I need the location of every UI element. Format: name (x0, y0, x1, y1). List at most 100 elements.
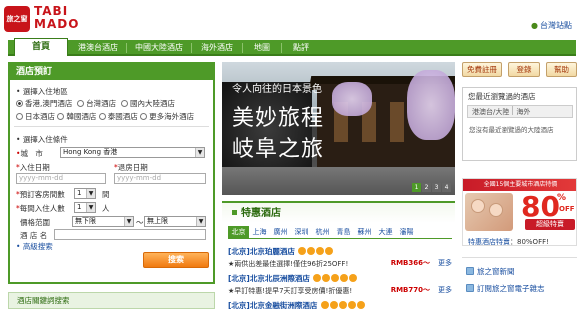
conditions-label: • 選擇入住條件 (16, 135, 68, 144)
hotel-more-link[interactable]: 更多 (438, 285, 452, 295)
chevron-down-icon: ▼ (196, 217, 205, 226)
city-tab-hangzhou[interactable]: 杭州 (312, 226, 333, 238)
hotel-name-link[interactable]: [北京]北京金融街洲際酒店 (228, 301, 317, 309)
logo-badge: 旅之窗 (4, 6, 30, 32)
news-link[interactable]: 旅之窗新聞 (466, 266, 545, 277)
city-tabs: 北京 上海 廣州 深圳 杭州 青島 蘇州 大連 瀋陽 (228, 226, 452, 239)
banner-title-2: 岐阜之旅 (232, 137, 325, 162)
radio-icon (98, 113, 106, 120)
radio-icon (16, 113, 23, 120)
rooms-unit: 間 (102, 190, 110, 199)
banner-window (390, 102, 404, 142)
price-max-select[interactable]: 無上限 ▼ (144, 216, 206, 227)
city-tab-shenyang[interactable]: 瀋陽 (396, 226, 417, 238)
rooms-label: *預訂客房間數 (16, 190, 65, 199)
price-min-select[interactable]: 無下限 ▼ (72, 216, 134, 227)
promo-off-label: OFF (559, 205, 575, 213)
site-logo[interactable]: 旅之窗 TABI MADO (4, 4, 84, 34)
guests-select[interactable]: 1 ▼ (74, 202, 96, 213)
recently-viewed-tabs: 港澳台/大陸 海外 (467, 105, 573, 118)
checkin-date-input[interactable]: yyyy-mm-dd (16, 173, 106, 184)
region-option-thailand[interactable]: 泰國酒店 (98, 112, 138, 121)
banner-wisteria (407, 70, 455, 140)
region-option-japan[interactable]: 日本酒店 (16, 112, 55, 121)
region-option-more-overseas[interactable]: 更多海外酒店 (140, 112, 194, 121)
star-icon (313, 274, 322, 282)
city-select[interactable]: Hong Kong 香港 ▼ (60, 147, 205, 158)
banner-page-1[interactable]: 1 (412, 183, 421, 192)
banner-subtitle: 令人向往的日本景色 (232, 84, 322, 95)
hotel-name-input[interactable] (54, 229, 206, 240)
star-icon (340, 274, 349, 282)
logo-text: TABI MADO (34, 4, 80, 31)
star-icon (320, 301, 329, 309)
checkout-date-input[interactable]: yyyy-mm-dd (114, 173, 206, 184)
region-label: • 選擇入住地區 (16, 87, 68, 96)
booking-title: 酒店預訂 (10, 64, 213, 80)
promo-caption-link[interactable]: 特惠酒店特賣 (468, 238, 510, 246)
rooms-select[interactable]: 1 ▼ (74, 188, 96, 199)
promo-caption: 特惠酒店特賣：80%OFF! (468, 238, 549, 246)
banner-page-2[interactable]: 2 (422, 183, 431, 192)
recent-tab-overseas[interactable]: 海外 (516, 108, 530, 116)
promo-banner[interactable]: 令人向往的日本景色 美妙旅程 岐阜之旅 1234 (222, 62, 455, 195)
special-hotels-section: 特惠酒店 北京 上海 廣州 深圳 杭州 青島 蘇州 大連 瀋陽 [北京]北京珀麗酒店 ★兩供出差… (222, 201, 455, 309)
region-row-1: 香港,澳門酒店 台灣酒店 國內大陸酒店 (16, 98, 175, 109)
star-icon (307, 247, 316, 255)
city-tab-dalian[interactable]: 大連 (375, 226, 396, 238)
banner-pagination: 1234 (411, 182, 451, 192)
city-tab-suzhou[interactable]: 蘇州 (354, 226, 375, 238)
star-icon (325, 247, 334, 255)
star-icon (329, 301, 338, 309)
hotel-price: RMB770～ (390, 286, 430, 294)
mail-icon (466, 284, 474, 292)
hotel-name-link[interactable]: [北京]北京珀麗酒店 (228, 247, 295, 256)
recently-viewed-panel: 您最近瀏覽過的酒店 港澳台/大陸 海外 您沒有最近瀏覽過的大陸酒店 (462, 87, 577, 161)
nav-item-map[interactable]: 地圖 (243, 40, 281, 56)
nav-item-home[interactable]: 首頁 (14, 38, 68, 56)
hotel-name-label: 酒 店 名 (20, 231, 48, 240)
main-nav: 首頁 港澳台酒店 中國大陸酒店 海外酒店 地圖 點評 (8, 38, 576, 56)
city-tab-guangzhou[interactable]: 廣州 (270, 226, 291, 238)
banner-page-3[interactable]: 3 (432, 183, 441, 192)
region-option-mainland[interactable]: 國內大陸酒店 (120, 99, 175, 108)
keyword-search-bar[interactable]: 酒店關鍵詞搜索 (8, 292, 215, 309)
radio-icon (120, 100, 128, 107)
free-register-button[interactable]: 免費註冊 (462, 62, 502, 77)
city-tab-shenzhen[interactable]: 深圳 (291, 226, 312, 238)
hotel-more-link[interactable]: 更多 (438, 258, 452, 268)
hotel-name-link[interactable]: [北京]北京北辰洲際酒店 (228, 274, 310, 283)
region-option-taiwan[interactable]: 台灣酒店 (77, 99, 116, 108)
promo-face (471, 199, 485, 213)
login-button[interactable]: 登錄 (508, 62, 540, 77)
region-option-hk-macau[interactable]: 香港,澳門酒店 (16, 99, 72, 108)
nav-item-overseas-hotels[interactable]: 海外酒店 (192, 40, 242, 56)
nav-item-mainland-hotels[interactable]: 中國大陸酒店 (127, 40, 191, 56)
city-label: •城 市 (16, 149, 43, 158)
nav-item-reviews[interactable]: 點評 (282, 40, 320, 56)
city-tab-qingdao[interactable]: 青島 (333, 226, 354, 238)
radio-icon (77, 100, 85, 107)
special-hotel-item: [北京]北京珀麗酒店 ★兩供出差最佳選擇!僅住96折25OFF! RMB366～… (228, 246, 452, 269)
banner-page-4[interactable]: 4 (442, 183, 451, 192)
recently-viewed-title: 您最近瀏覽過的酒店 (468, 92, 536, 101)
city-tab-beijing[interactable]: 北京 (228, 226, 249, 238)
newsletter-link[interactable]: 訂閱旅之窗電子雜志 (466, 283, 545, 294)
taiwan-site-link[interactable]: ● 台灣站點 (531, 20, 572, 31)
recent-tab-hk-tw-mainland[interactable]: 港澳台/大陸 (472, 108, 509, 116)
star-icon (331, 274, 340, 282)
chevron-down-icon: ▼ (86, 203, 95, 212)
city-tab-shanghai[interactable]: 上海 (249, 226, 270, 238)
promo-ad[interactable]: 全國15個主要城市酒店特價 80 % OFF 超級特賣 (462, 178, 577, 246)
help-button[interactable]: 幫助 (546, 62, 577, 77)
special-hotel-item: [北京]北京金融街洲際酒店 (228, 300, 452, 309)
nav-item-hk-tw-hotels[interactable]: 港澳台酒店 (70, 40, 126, 56)
region-option-korea[interactable]: 韓國酒店 (57, 112, 96, 121)
search-button[interactable]: 搜索 (143, 252, 209, 268)
advanced-search-link[interactable]: • 高級搜索 (16, 241, 53, 252)
star-icon (356, 301, 365, 309)
star-icon (347, 301, 356, 309)
tab-separator (512, 106, 514, 115)
price-range-label: 價格范圍 (20, 218, 50, 227)
star-icon (322, 274, 331, 282)
